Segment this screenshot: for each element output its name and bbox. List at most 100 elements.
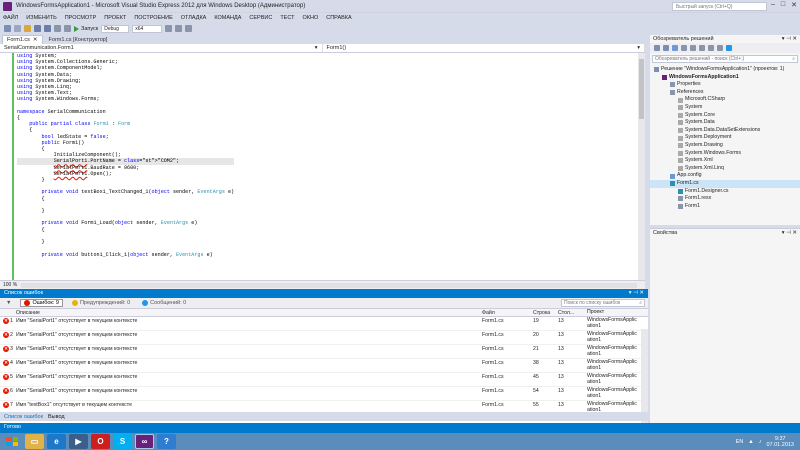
- tree-item[interactable]: App.config: [650, 172, 800, 180]
- close-icon[interactable]: ✕: [791, 1, 797, 11]
- column-line[interactable]: Строка: [533, 310, 558, 316]
- tree-item[interactable]: References: [650, 89, 800, 97]
- sync-icon[interactable]: [681, 45, 687, 51]
- scope-filter-icon[interactable]: ▼: [3, 299, 14, 307]
- quick-launch-input[interactable]: Быстрый запуск (Ctrl+Q): [672, 2, 767, 11]
- clock[interactable]: 9:37 07.01.2013: [766, 436, 794, 448]
- error-row[interactable]: ✕ 2 Имя "SerialPort1" отсутствует в текуще…: [0, 331, 648, 345]
- maximize-icon[interactable]: □: [781, 1, 785, 11]
- config-select[interactable]: Debug: [101, 24, 130, 33]
- skype-icon[interactable]: S: [113, 434, 132, 449]
- close-icon[interactable]: ✕: [792, 230, 797, 236]
- collapse-all-icon[interactable]: [699, 45, 705, 51]
- code-line[interactable]: private void textBox1_TextChanged_1(obje…: [17, 189, 234, 195]
- platform-select[interactable]: x64: [132, 24, 163, 33]
- menu-item[interactable]: ОКНО: [303, 15, 319, 21]
- tree-item[interactable]: Form1: [650, 203, 800, 211]
- solution-search-input[interactable]: Обозреватель решений - поиск (Ctrl+;) ⌕: [652, 55, 798, 63]
- media-player-icon[interactable]: ▶: [69, 434, 88, 449]
- tree-item[interactable]: System.Data.DataSetExtensions: [650, 127, 800, 135]
- error-search-input[interactable]: Поиск по списку ошибок ⌕: [561, 299, 645, 307]
- error-row[interactable]: ✕ 1 Имя "SerialPort1" отсутствует в текуще…: [0, 317, 648, 331]
- pin-icon[interactable]: ▾ ⊣: [782, 230, 793, 236]
- start-button[interactable]: [3, 434, 21, 449]
- tab-form1-cs[interactable]: Form1.cs ✕: [2, 35, 43, 44]
- show-all-files-icon[interactable]: [708, 45, 714, 51]
- network-icon[interactable]: ▲: [748, 439, 753, 445]
- tab-error-list[interactable]: Список ошибок: [4, 414, 43, 420]
- column-col[interactable]: Стол...: [558, 310, 587, 316]
- volume-icon[interactable]: ♪: [759, 439, 762, 445]
- explorer-folder-icon[interactable]: ▭: [25, 434, 44, 449]
- menu-item[interactable]: КОМАНДА: [214, 15, 241, 21]
- menu-item[interactable]: ПОСТРОЕНИЕ: [134, 15, 172, 21]
- close-tab-icon[interactable]: ✕: [33, 37, 38, 43]
- column-description[interactable]: Описание: [14, 310, 482, 316]
- tree-item[interactable]: System.Windows.Forms: [650, 150, 800, 158]
- tree-item[interactable]: System.Deployment: [650, 134, 800, 142]
- home-icon[interactable]: [672, 45, 678, 51]
- visual-studio-icon[interactable]: ∞: [135, 434, 154, 449]
- pin-icon[interactable]: ▾ ⊣: [782, 36, 793, 42]
- code-line[interactable]: private void button1_Click_1(object send…: [17, 252, 234, 258]
- zoom-level[interactable]: 100 %: [3, 282, 17, 288]
- tab-output[interactable]: Вывод: [48, 414, 65, 420]
- help-icon[interactable]: ?: [157, 434, 176, 449]
- opera-icon[interactable]: O: [91, 434, 110, 449]
- horizontal-scrollbar[interactable]: [21, 282, 637, 288]
- forward-icon[interactable]: [663, 45, 669, 51]
- tree-item[interactable]: WindowsFormsApplication1: [650, 74, 800, 82]
- warnings-filter-button[interactable]: Предупреждений: 0: [69, 299, 133, 307]
- view-code-icon[interactable]: [726, 45, 732, 51]
- close-icon[interactable]: ✕: [792, 36, 797, 42]
- tree-item[interactable]: System.Xml: [650, 157, 800, 165]
- error-row[interactable]: ✕ 4 Имя "SerialPort1" отсутствует в текуще…: [0, 359, 648, 373]
- save-all-icon[interactable]: [44, 25, 51, 32]
- close-icon[interactable]: ✕: [639, 290, 644, 296]
- find-icon[interactable]: [165, 25, 173, 32]
- back-icon[interactable]: [654, 45, 660, 51]
- column-project[interactable]: Проект: [587, 309, 639, 316]
- uncomment-icon[interactable]: [185, 25, 193, 32]
- error-row[interactable]: ✕ 5 Имя "SerialPort1" отсутствует в текуще…: [0, 373, 648, 387]
- save-icon[interactable]: [34, 25, 41, 32]
- open-file-icon[interactable]: [24, 25, 31, 32]
- menu-item[interactable]: ПРОСМОТР: [65, 15, 97, 21]
- tree-item[interactable]: System.Xml.Linq: [650, 165, 800, 173]
- tab-form1-designer[interactable]: Form1.cs [Конструктор]: [45, 35, 112, 44]
- tree-item[interactable]: Microsoft.CSharp: [650, 96, 800, 104]
- language-indicator[interactable]: EN: [736, 439, 744, 445]
- error-row[interactable]: ✕ 3 Имя "SerialPort1" отсутствует в текуще…: [0, 345, 648, 359]
- internet-explorer-icon[interactable]: e: [47, 434, 66, 449]
- menu-item[interactable]: ФАЙЛ: [3, 15, 18, 21]
- menu-item[interactable]: ПРОЕКТ: [104, 15, 126, 21]
- column-file[interactable]: Файл: [482, 310, 533, 316]
- tree-item[interactable]: System: [650, 104, 800, 112]
- undo-icon[interactable]: [54, 25, 61, 32]
- member-dropdown[interactable]: Form1() ▾: [323, 44, 645, 52]
- run-button[interactable]: Запуск: [74, 25, 98, 32]
- tree-item[interactable]: Form1.Designer.cs: [650, 188, 800, 196]
- errors-filter-button[interactable]: Ошибок: 9: [20, 299, 63, 307]
- code-editor[interactable]: using System; using System.Collections.Ge…: [0, 53, 645, 280]
- forward-icon[interactable]: [14, 25, 21, 32]
- type-dropdown[interactable]: SerialCommunication.Form1 ▾: [0, 44, 323, 52]
- tree-item[interactable]: Form1.resx: [650, 195, 800, 203]
- minimize-icon[interactable]: –: [771, 1, 775, 11]
- editor-scrollbar[interactable]: [638, 53, 645, 280]
- menu-item[interactable]: СПРАВКА: [326, 15, 351, 21]
- menu-item[interactable]: ОТЛАДКА: [181, 15, 207, 21]
- menu-item[interactable]: ТЕСТ: [280, 15, 294, 21]
- tree-item[interactable]: System.Core: [650, 112, 800, 120]
- comment-icon[interactable]: [175, 25, 183, 32]
- back-icon[interactable]: [4, 25, 11, 32]
- pin-icon[interactable]: ▾ ⊣: [629, 290, 640, 296]
- menu-item[interactable]: ИЗМЕНИТЬ: [26, 15, 56, 21]
- scroll-thumb[interactable]: [639, 59, 644, 119]
- tree-item[interactable]: System.Drawing: [650, 142, 800, 150]
- tree-item[interactable]: Properties: [650, 81, 800, 89]
- code-text[interactable]: using System; using System.Collections.Ge…: [17, 53, 235, 258]
- menu-item[interactable]: СЕРВИС: [249, 15, 272, 21]
- messages-filter-button[interactable]: Сообщений: 0: [139, 299, 189, 307]
- tree-item[interactable]: Решение "WindowsFormsApplication1" (прое…: [650, 66, 800, 74]
